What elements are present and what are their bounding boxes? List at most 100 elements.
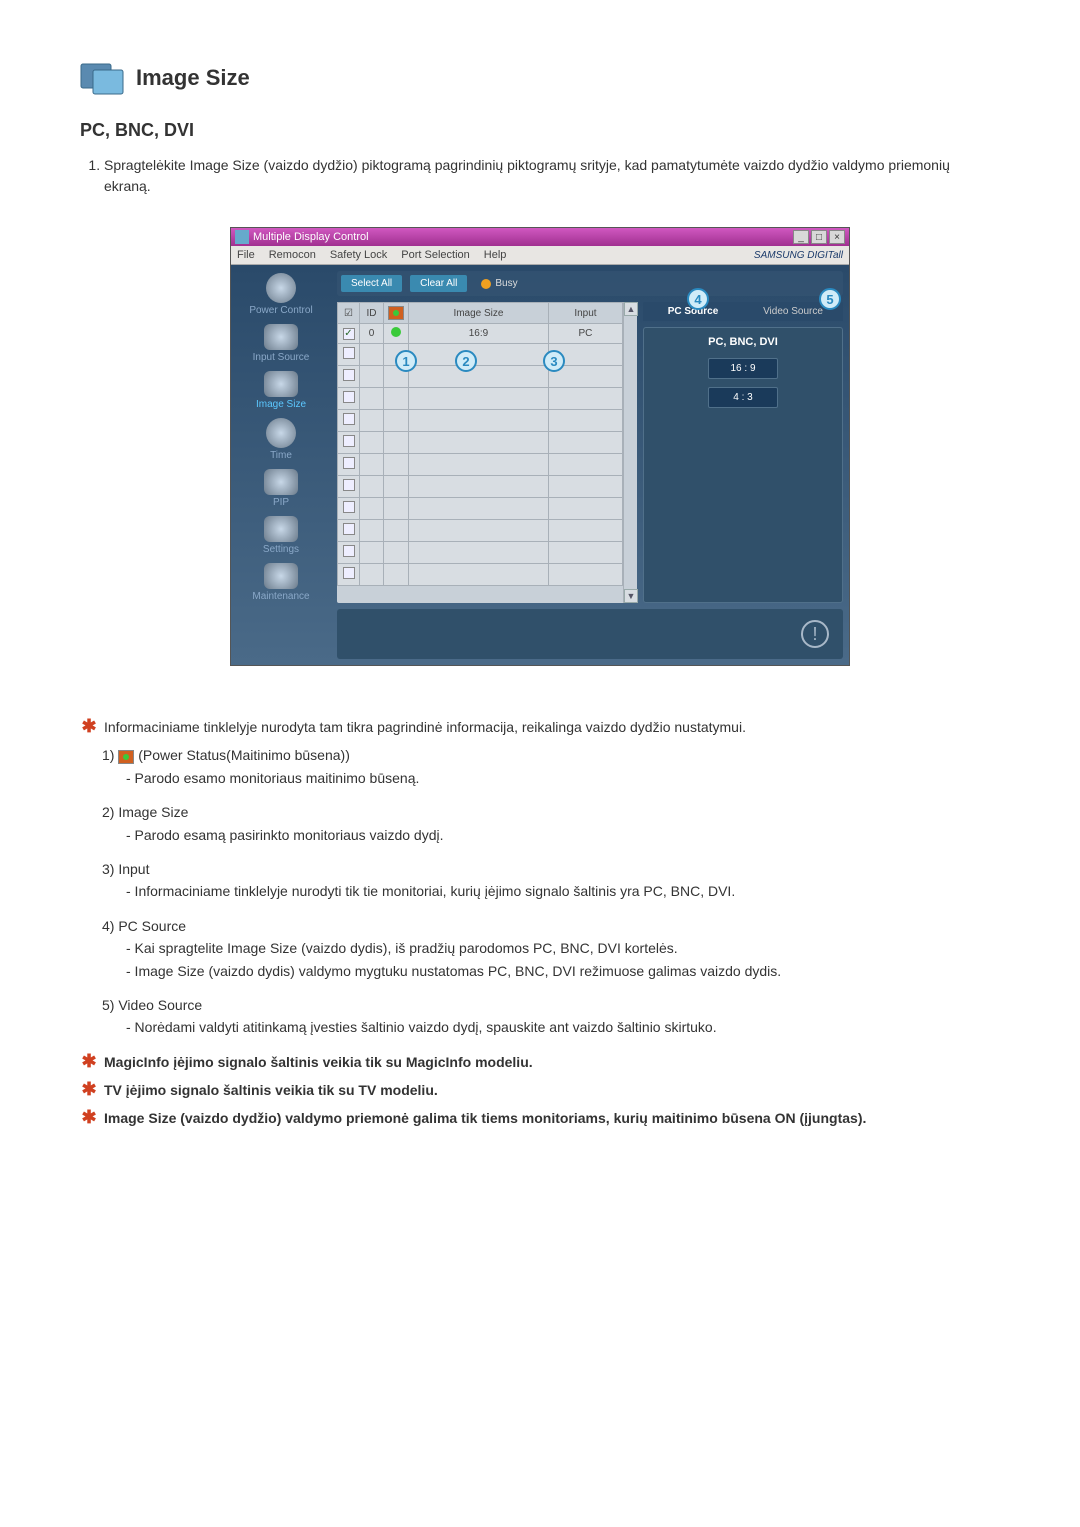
col-input: Input: [548, 303, 622, 324]
window-controls: _ □ ×: [793, 230, 845, 244]
busy-indicator: Busy: [481, 278, 517, 289]
table-row[interactable]: [338, 564, 623, 586]
note-2: ✱ TV įėjimo signalo šaltinis veikia tik …: [80, 1079, 1000, 1101]
sidebar-item-input-source[interactable]: Input Source: [235, 322, 327, 365]
page-title: Image Size: [136, 65, 250, 91]
row-checkbox[interactable]: [343, 501, 355, 513]
table-row[interactable]: 0 16:9 PC: [338, 324, 623, 344]
legend-num: 1): [102, 747, 114, 763]
menu-remocon[interactable]: Remocon: [269, 249, 316, 261]
row-image-size: 16:9: [409, 324, 549, 344]
scrollbar[interactable]: ▲ ▼: [623, 302, 637, 603]
col-status: [384, 303, 409, 324]
settings-icon: [264, 516, 298, 542]
row-checkbox[interactable]: [343, 567, 355, 579]
callout-1: 1: [395, 350, 417, 372]
sidebar-item-image-size[interactable]: Image Size: [235, 369, 327, 412]
close-button[interactable]: ×: [829, 230, 845, 244]
table-row[interactable]: [338, 542, 623, 564]
legend-label: (Power Status(Maitinimo būsena)): [138, 747, 350, 763]
row-checkbox[interactable]: [343, 413, 355, 425]
option-4-3-button[interactable]: 4 : 3: [708, 387, 778, 408]
note-text: TV įėjimo signalo šaltinis veikia tik su…: [104, 1079, 1000, 1101]
row-checkbox[interactable]: [343, 457, 355, 469]
legend-label: PC Source: [118, 918, 186, 934]
power-status-icon: [391, 327, 401, 337]
legend-item-2: 2) Image Size - Parodo esamą pasirinkto …: [80, 801, 1000, 846]
row-checkbox[interactable]: [343, 545, 355, 557]
row-checkbox[interactable]: [343, 435, 355, 447]
sidebar-item-label: Time: [235, 450, 327, 461]
note-text: MagicInfo įėjimo signalo šaltinis veikia…: [104, 1051, 1000, 1073]
time-icon: [266, 418, 296, 448]
table-row[interactable]: [338, 432, 623, 454]
legend-desc: - Image Size (vaizdo dydis) valdymo mygt…: [102, 960, 1000, 982]
legend-list: 1) (Power Status(Maitinimo būsena)) - Pa…: [80, 744, 1000, 1038]
table-row[interactable]: [338, 476, 623, 498]
sidebar-item-power-control[interactable]: Power Control: [235, 271, 327, 318]
clear-all-button[interactable]: Clear All: [410, 275, 467, 292]
row-checkbox[interactable]: [343, 479, 355, 491]
maintenance-icon: [264, 563, 298, 589]
section-subtitle: PC, BNC, DVI: [80, 120, 1000, 141]
main-area: Select All Clear All Busy ☑ ID: [331, 265, 849, 665]
table-row[interactable]: [338, 454, 623, 476]
brand-label: SAMSUNG DIGITall: [754, 250, 843, 261]
table-row[interactable]: [338, 498, 623, 520]
note-1: ✱ MagicInfo įėjimo signalo šaltinis veik…: [80, 1051, 1000, 1073]
row-input: PC: [548, 324, 622, 344]
scroll-down-button[interactable]: ▼: [624, 589, 638, 603]
legend-desc: - Informaciniame tinklelyje nurodyti tik…: [102, 880, 1000, 902]
legend-num: 5): [102, 997, 114, 1013]
minimize-button[interactable]: _: [793, 230, 809, 244]
menu-port-selection[interactable]: Port Selection: [401, 249, 469, 261]
legend-num: 4): [102, 918, 114, 934]
option-16-9-button[interactable]: 16 : 9: [708, 358, 778, 379]
row-checkbox[interactable]: [343, 523, 355, 535]
callout-3: 3: [543, 350, 565, 372]
power-icon: [266, 273, 296, 303]
scroll-up-button[interactable]: ▲: [624, 302, 638, 316]
note-3: ✱ Image Size (vaizdo dydžio) valdymo pri…: [80, 1107, 1000, 1129]
table-row[interactable]: [338, 520, 623, 542]
legend-label: Image Size: [118, 804, 188, 820]
sidebar-item-pip[interactable]: PIP: [235, 467, 327, 510]
table-row[interactable]: [338, 366, 623, 388]
row-checkbox[interactable]: [343, 347, 355, 359]
table-row[interactable]: [338, 344, 623, 366]
image-size-panel: PC, BNC, DVI 16 : 9 4 : 3: [643, 327, 843, 603]
row-checkbox[interactable]: [343, 391, 355, 403]
page-header: Image Size: [80, 60, 1000, 96]
sidebar-item-maintenance[interactable]: Maintenance: [235, 561, 327, 604]
select-all-button[interactable]: Select All: [341, 275, 402, 292]
col-check: ☑: [338, 303, 360, 324]
maximize-button[interactable]: □: [811, 230, 827, 244]
app-icon: [235, 230, 249, 244]
row-id: 0: [360, 324, 384, 344]
legend-label: Video Source: [118, 997, 202, 1013]
legend-label: Input: [118, 861, 149, 877]
source-tabs: PC Source Video Source: [643, 302, 843, 321]
table-row[interactable]: [338, 388, 623, 410]
sidebar-item-time[interactable]: Time: [235, 416, 327, 463]
status-header-icon: [388, 306, 404, 320]
legend-item-5: 5) Video Source - Norėdami valdyti atiti…: [80, 994, 1000, 1039]
menu-help[interactable]: Help: [484, 249, 507, 261]
callout-4: 4: [687, 288, 709, 310]
menu-safety-lock[interactable]: Safety Lock: [330, 249, 387, 261]
sidebar-item-label: Image Size: [235, 399, 327, 410]
sidebar: Power Control Input Source Image Size Ti…: [231, 265, 331, 665]
legend-desc: - Norėdami valdyti atitinkamą įvesties š…: [102, 1016, 1000, 1038]
image-size-icon: [264, 371, 298, 397]
col-image-size: Image Size: [409, 303, 549, 324]
sidebar-item-label: Settings: [235, 544, 327, 555]
grid-table: ☑ ID Image Size Input 0: [337, 302, 623, 586]
warning-icon: !: [801, 620, 829, 648]
table-row[interactable]: [338, 410, 623, 432]
row-checkbox[interactable]: [343, 328, 355, 340]
sidebar-item-label: PIP: [235, 497, 327, 508]
menu-file[interactable]: File: [237, 249, 255, 261]
sidebar-item-settings[interactable]: Settings: [235, 514, 327, 557]
row-checkbox[interactable]: [343, 369, 355, 381]
note-text: Image Size (vaizdo dydžio) valdymo priem…: [104, 1107, 1000, 1129]
